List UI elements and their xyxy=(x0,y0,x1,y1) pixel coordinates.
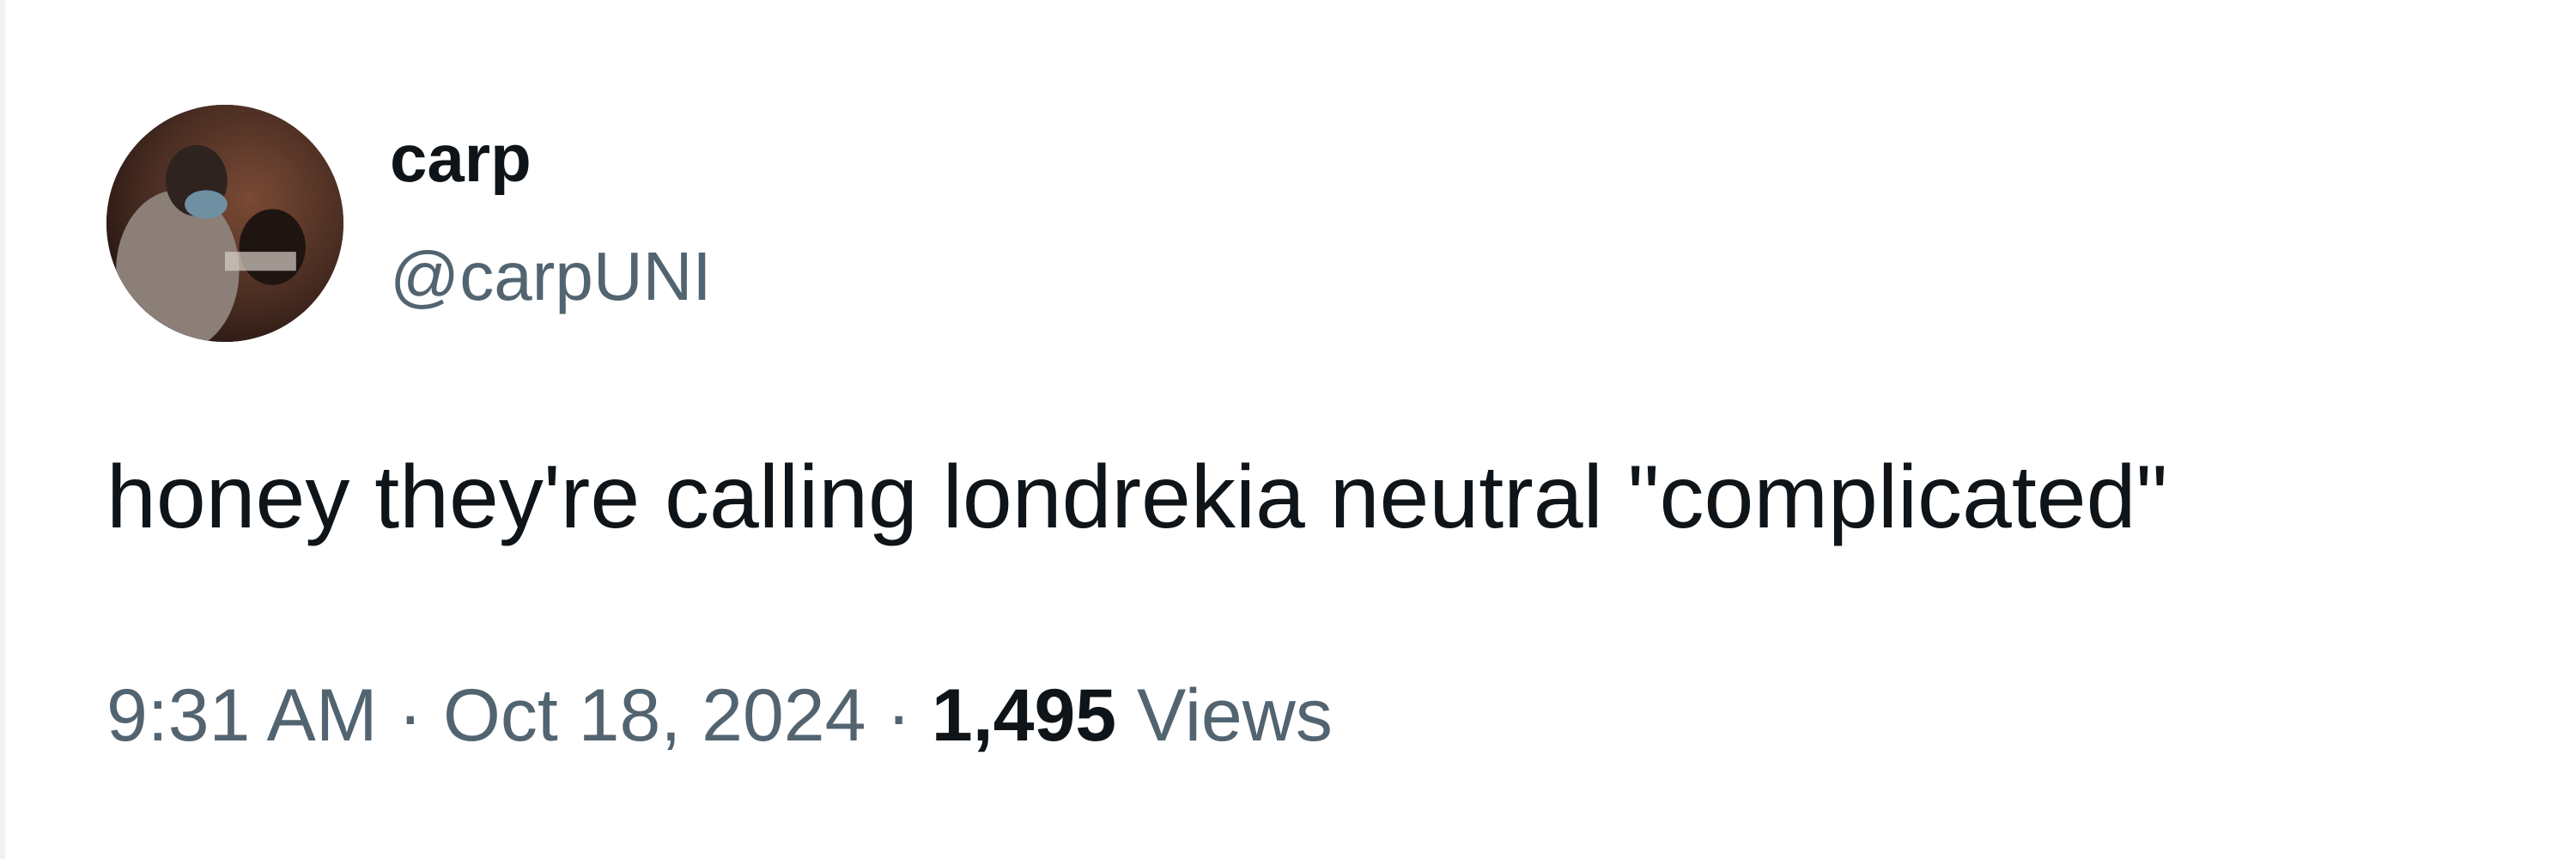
meta-separator: · xyxy=(398,674,423,757)
tweet-meta: 9:31 AM · Oct 18, 2024 · 1,495 Views xyxy=(106,679,1333,752)
meta-separator: · xyxy=(886,674,911,757)
views-count: 1,495 xyxy=(931,674,1117,757)
views-label: Views xyxy=(1137,674,1333,757)
card-border xyxy=(0,0,5,859)
avatar-photo xyxy=(106,105,343,342)
tweet-text: honey they're calling londrekia neutral … xyxy=(106,448,2168,547)
tweet-date[interactable]: Oct 18, 2024 xyxy=(443,674,866,757)
tweet-card: carp @carpUNI honey they're calling lond… xyxy=(0,0,2576,859)
author-display-name[interactable]: carp xyxy=(390,125,532,192)
avatar[interactable] xyxy=(106,105,343,342)
tweet-time[interactable]: 9:31 AM xyxy=(106,674,378,757)
author-handle[interactable]: @carpUNI xyxy=(390,242,712,311)
